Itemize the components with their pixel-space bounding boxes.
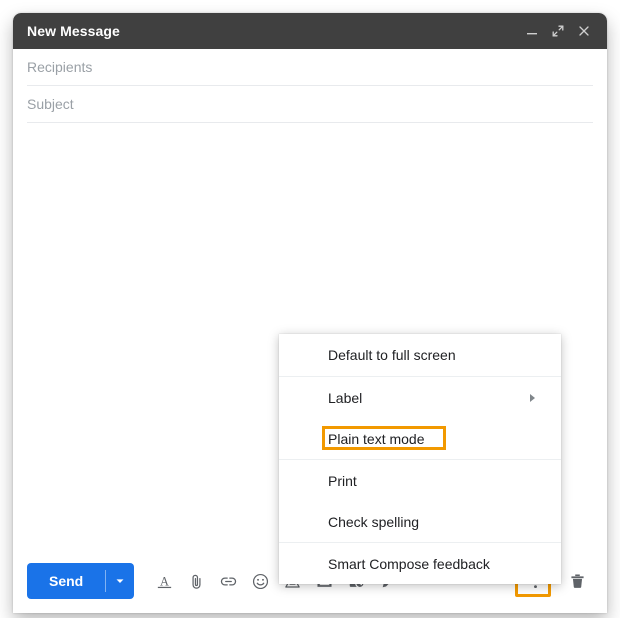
- trash-icon[interactable]: [561, 565, 593, 597]
- insert-emoji-icon[interactable]: [244, 565, 276, 597]
- expand-icon[interactable]: [545, 18, 571, 44]
- menu-section: Label Plain text mode: [279, 376, 561, 459]
- send-button[interactable]: Send: [27, 563, 105, 599]
- menu-section: Smart Compose feedback: [279, 542, 561, 584]
- menu-item-label: Plain text mode: [328, 430, 425, 447]
- menu-item-label[interactable]: Label: [279, 377, 561, 418]
- menu-item-plain-text-mode[interactable]: Plain text mode: [279, 418, 561, 459]
- recipients-field[interactable]: Recipients: [27, 49, 593, 86]
- menu-item-label: Print: [328, 472, 357, 489]
- subject-placeholder: Subject: [27, 96, 74, 112]
- minimize-icon[interactable]: [519, 18, 545, 44]
- attach-file-icon[interactable]: [180, 565, 212, 597]
- subject-field[interactable]: Subject: [27, 86, 593, 123]
- more-options-menu: Default to full screen Label Plain text …: [279, 334, 561, 584]
- menu-item-label-text: Label: [328, 389, 363, 406]
- insert-link-icon[interactable]: [212, 565, 244, 597]
- menu-item-default-to-full-screen[interactable]: Default to full screen: [279, 334, 561, 376]
- recipients-placeholder: Recipients: [27, 59, 93, 75]
- close-icon[interactable]: [571, 18, 597, 44]
- menu-item-smart-compose-feedback[interactable]: Smart Compose feedback: [279, 543, 561, 584]
- send-button-group: Send: [27, 563, 135, 599]
- chevron-right-icon: [530, 393, 535, 402]
- compose-title-bar: New Message: [13, 13, 607, 49]
- formatting-options-icon[interactable]: A: [148, 565, 180, 597]
- page-title: New Message: [27, 23, 120, 39]
- menu-section: Print Check spelling: [279, 459, 561, 542]
- send-options-chevron-down-icon[interactable]: [106, 563, 134, 599]
- menu-item-label: Check spelling: [328, 513, 420, 530]
- menu-item-check-spelling[interactable]: Check spelling: [279, 501, 561, 542]
- menu-section: Default to full screen: [279, 334, 561, 376]
- svg-text:A: A: [160, 574, 169, 588]
- menu-item-print[interactable]: Print: [279, 460, 561, 501]
- menu-item-label: Default to full screen: [328, 347, 456, 363]
- menu-item-label: Smart Compose feedback: [328, 555, 490, 572]
